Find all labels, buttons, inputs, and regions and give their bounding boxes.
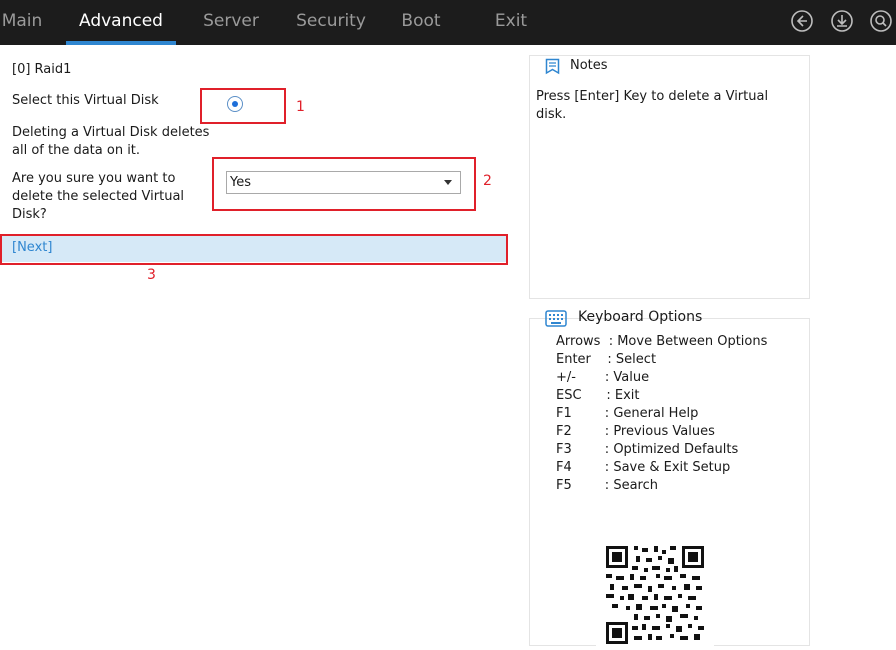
notes-icon: [545, 58, 560, 75]
keyboard-option-row: F1 : General Help: [556, 406, 699, 421]
tab-advanced[interactable]: Advanced: [66, 0, 176, 45]
confirm-label-line2: delete the selected Virtual: [12, 189, 185, 204]
tab-exit[interactable]: Exit: [488, 0, 534, 45]
qr-code-icon: [606, 546, 704, 644]
keyboard-option-row: F4 : Save & Exit Setup: [556, 460, 731, 475]
annotation-box-1: [200, 88, 286, 124]
tab-server[interactable]: Server: [196, 0, 266, 45]
download-icon[interactable]: [831, 10, 853, 32]
select-disk-label: Select this Virtual Disk: [12, 93, 159, 108]
confirm-label-line3: Disk?: [12, 207, 47, 222]
keyboard-option-row: F2 : Previous Values: [556, 424, 715, 439]
disk-label: [0] Raid1: [12, 62, 72, 77]
keyboard-option-row: Arrows : Move Between Options: [556, 334, 768, 349]
keyboard-option-row: Enter : Select: [556, 352, 657, 367]
warning-text-line2: all of the data on it.: [12, 143, 141, 158]
annotation-number-2: 2: [483, 173, 492, 189]
warning-text-line1: Deleting a Virtual Disk deletes: [12, 125, 210, 140]
keyboard-option-row: +/- : Value: [556, 370, 650, 385]
qr-code: [596, 534, 714, 646]
notes-text-line1: Press [Enter] Key to delete a Virtual: [536, 89, 769, 104]
back-icon[interactable]: [791, 10, 813, 32]
keyboard-icon: [545, 310, 567, 327]
keyboard-option-row: F3 : Optimized Defaults: [556, 442, 739, 457]
keyboard-option-row: F5 : Search: [556, 478, 658, 493]
keyboard-options-title: Keyboard Options: [578, 309, 703, 325]
annotation-box-2: [212, 157, 476, 211]
notes-title: Notes: [570, 58, 608, 73]
search-icon[interactable]: [870, 10, 892, 32]
keyboard-option-row: ESC : Exit: [556, 388, 640, 403]
notes-text-line2: disk.: [536, 107, 567, 122]
annotation-number-1: 1: [296, 99, 305, 115]
confirm-label-line1: Are you sure you want to: [12, 171, 176, 186]
top-menu-bar: Main Advanced Server Security Boot Exit: [0, 0, 896, 45]
tab-main[interactable]: Main: [0, 0, 44, 45]
annotation-number-3: 3: [147, 267, 156, 283]
active-tab-indicator: [66, 41, 176, 45]
tab-boot[interactable]: Boot: [394, 0, 448, 45]
annotation-box-3: [0, 234, 508, 265]
tab-security[interactable]: Security: [290, 0, 372, 45]
